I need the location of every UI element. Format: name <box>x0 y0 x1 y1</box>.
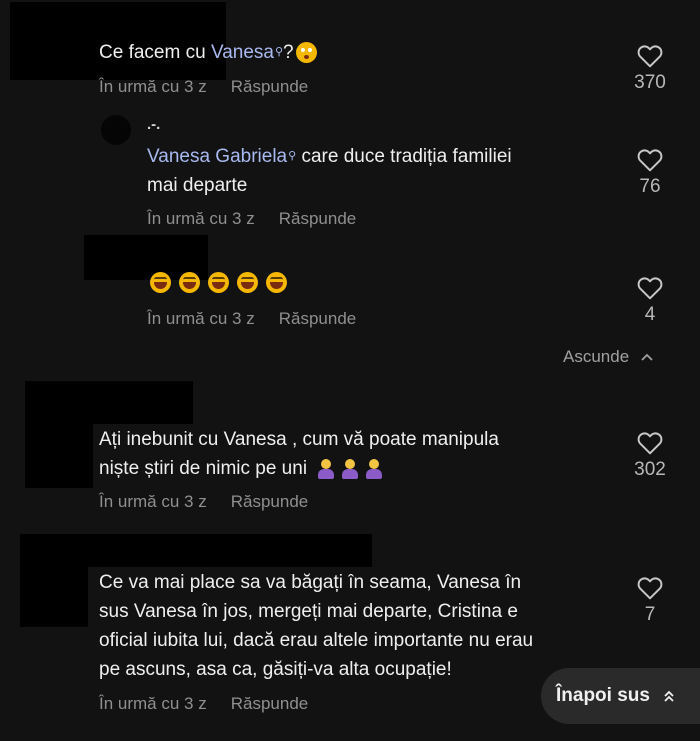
reply-button[interactable]: Răspunde <box>231 77 309 96</box>
reply-button[interactable]: Răspunde <box>231 694 309 713</box>
timestamp: În urmă cu 3 z <box>99 492 207 511</box>
timestamp: În urmă cu 3 z <box>147 309 255 328</box>
search-tag-icon: ⚲ <box>274 46 284 58</box>
comment-meta: În urmă cu 3 z Răspunde <box>99 492 308 512</box>
reply-button[interactable]: Răspunde <box>231 492 309 511</box>
laughing-emoji-icon <box>179 272 200 293</box>
hide-replies-label: Ascunde <box>563 347 630 366</box>
comment-meta: În urmă cu 3 z Răspunde <box>147 309 356 329</box>
hide-replies-button[interactable]: Ascunde <box>563 347 654 367</box>
redacted-avatar-username <box>20 534 372 567</box>
comment-text: Vanesa Gabriela⚲ care duce tradiția fami… <box>147 142 512 200</box>
comment-text: Ați inebunit cu Vanesa , cum vă poate ma… <box>99 429 499 479</box>
like-count: 370 <box>634 72 666 93</box>
back-to-top-button[interactable]: Înapoi sus <box>541 668 700 724</box>
like-count: 4 <box>644 304 656 325</box>
chevron-up-icon <box>641 353 653 361</box>
laughing-emoji-icon <box>266 272 287 293</box>
like-button[interactable]: 302 <box>620 431 680 481</box>
comment-text: Ce va mai place sa va băgați în seama, V… <box>99 572 534 680</box>
like-count: 7 <box>644 604 656 625</box>
heart-outline-icon <box>637 45 663 68</box>
like-count: 76 <box>639 176 661 197</box>
person-emoji-icon <box>342 458 359 479</box>
laughing-emoji-icon <box>237 272 258 293</box>
like-count: 302 <box>634 459 666 480</box>
person-emoji-icon <box>318 458 335 479</box>
redacted-avatar <box>25 424 93 488</box>
avatar[interactable] <box>101 115 131 145</box>
comment-text: Ce facem cu Vanesa⚲? <box>99 38 325 67</box>
comment-meta: În urmă cu 3 z Răspunde <box>99 694 308 714</box>
person-emoji-icon <box>366 458 383 479</box>
timestamp: În urmă cu 3 z <box>99 694 207 713</box>
like-button[interactable]: 76 <box>620 148 680 198</box>
search-tag-icon: ⚲ <box>288 150 297 162</box>
timestamp: În urmă cu 3 z <box>147 209 255 228</box>
mention-link[interactable]: Vanesa <box>211 42 274 63</box>
mention-link[interactable]: Vanesa Gabriela <box>147 146 287 167</box>
comment-meta: În urmă cu 3 z Răspunde <box>99 77 308 97</box>
flushed-emoji-icon <box>295 42 317 64</box>
heart-outline-icon <box>637 277 663 300</box>
heart-outline-icon <box>637 432 663 455</box>
double-chevron-up-icon <box>664 690 674 702</box>
timestamp: În urmă cu 3 z <box>99 77 207 96</box>
redacted-avatar <box>20 567 88 627</box>
reply-button[interactable]: Răspunde <box>279 309 357 328</box>
back-to-top-label: Înapoi sus <box>556 685 650 706</box>
like-button[interactable]: 7 <box>620 576 680 626</box>
reply-button[interactable]: Răspunde <box>279 209 357 228</box>
username[interactable]: .-. <box>147 116 160 133</box>
heart-outline-icon <box>637 577 663 600</box>
like-button[interactable]: 370 <box>620 44 680 94</box>
comment-meta: În urmă cu 3 z Răspunde <box>147 209 356 229</box>
heart-outline-icon <box>637 149 663 172</box>
laughing-emoji-icon <box>150 272 171 293</box>
laughing-emoji-icon <box>208 272 229 293</box>
emoji-row <box>150 272 295 293</box>
like-button[interactable]: 4 <box>620 276 680 326</box>
redacted-avatar-username <box>25 381 193 424</box>
